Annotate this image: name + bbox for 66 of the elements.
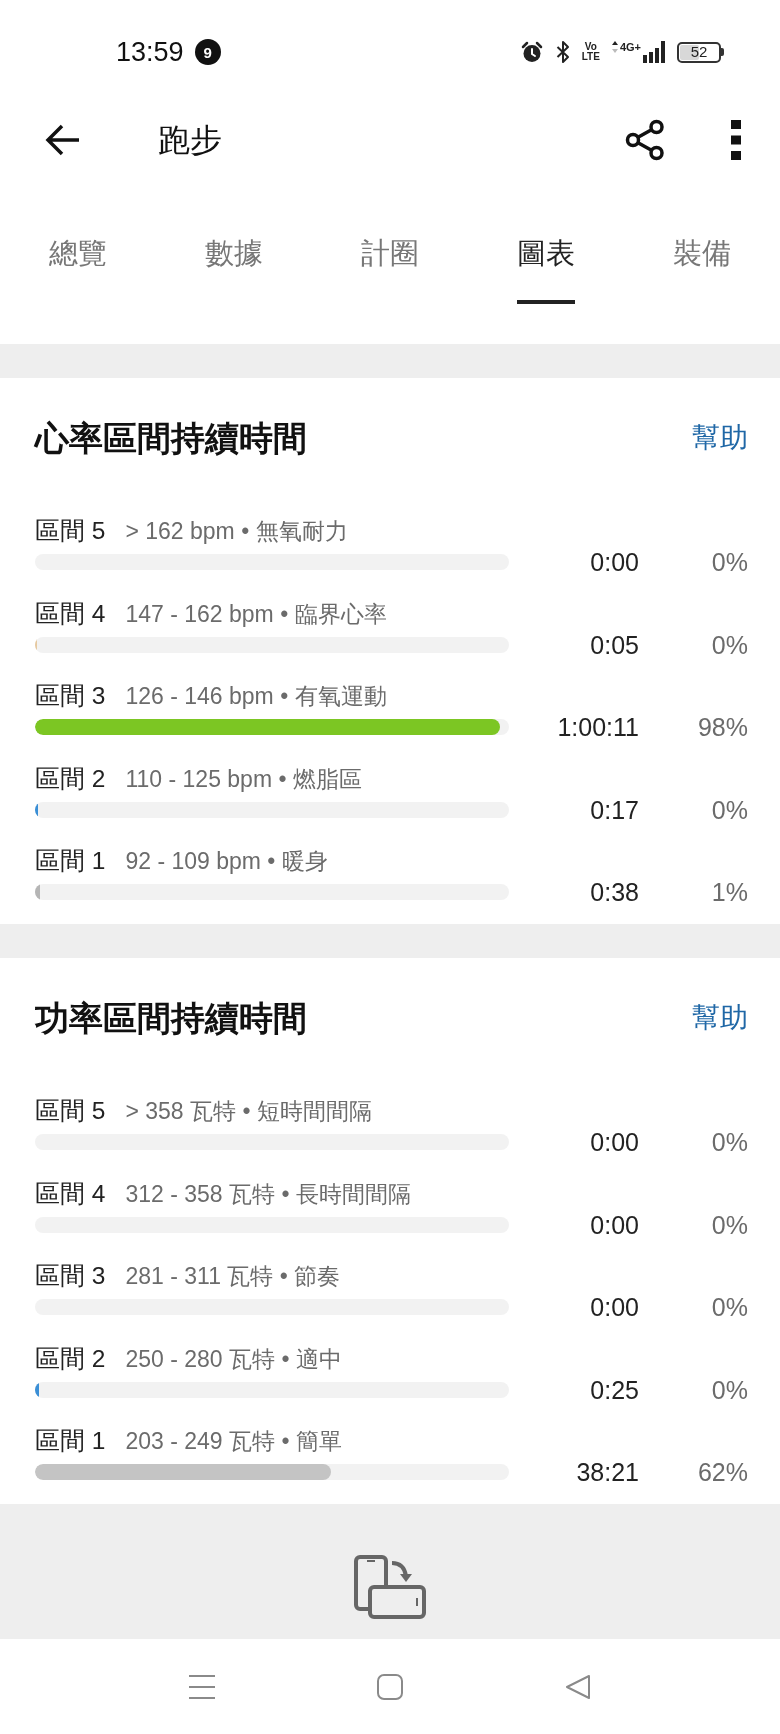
bluetooth-icon (555, 40, 570, 64)
zone-label: 區間 2 (35, 1343, 106, 1374)
zone-duration: 0:05 (590, 629, 639, 660)
tab[interactable]: 計圈 (361, 235, 419, 304)
zone-duration: 0:38 (590, 877, 639, 907)
zone-label: 區間 5 (35, 516, 106, 546)
status-time: 13:59 (116, 36, 184, 68)
help-link[interactable]: 幫助 (692, 420, 748, 456)
zone-percentage: 0% (711, 1292, 748, 1322)
zone-percentage: 0% (711, 1374, 748, 1405)
more-options-icon[interactable] (731, 120, 741, 160)
zone-percentage: 0% (711, 1127, 748, 1157)
zone-percentage: 0% (711, 1209, 748, 1240)
square-icon[interactable] (377, 1673, 403, 1700)
zone-label: 區間 1 (35, 846, 106, 876)
help-link[interactable]: 幫助 (692, 1000, 748, 1036)
zone-label: 區間 3 (35, 1261, 106, 1291)
zone-label: 區間 4 (35, 598, 106, 629)
zone-duration: 0:00 (590, 1127, 639, 1157)
zone-duration: 38:21 (576, 1457, 639, 1487)
volte-label: Vo LTE (581, 42, 600, 62)
tab[interactable]: 總覽 (49, 235, 107, 304)
zone-range: 147 - 162 bpm • 臨界心率 (125, 599, 387, 629)
zone-range: 203 - 249 瓦特 • 簡單 (125, 1427, 342, 1456)
tab[interactable]: 圖表 (517, 235, 575, 304)
share-icon[interactable] (625, 119, 665, 161)
zone-duration: 0:00 (590, 547, 639, 577)
zone-duration: 1:00:11 (557, 712, 639, 742)
zone-range: 110 - 125 bpm • 燃脂區 (125, 764, 362, 794)
menu-icon[interactable] (189, 1673, 215, 1700)
data-arrows-icon (611, 41, 618, 53)
network-type-label: 4G+ (619, 41, 641, 53)
zone-range: 312 - 358 瓦特 • 長時間間隔 (125, 1179, 411, 1209)
tab[interactable]: 數據 (205, 235, 263, 304)
alarm-clock-icon (519, 40, 544, 64)
back-triangle-icon[interactable] (565, 1673, 591, 1700)
zone-percentage: 98% (697, 712, 748, 742)
zone-duration: 0:17 (590, 794, 639, 825)
zone-label: 區間 3 (35, 681, 106, 711)
zone-label: 區間 5 (35, 1096, 106, 1126)
section-title: 心率區間持續時間 (35, 418, 307, 458)
zone-label: 區間 2 (35, 763, 106, 794)
zone-range: > 162 bpm • 無氧耐力 (125, 517, 348, 546)
zone-range: 92 - 109 bpm • 暖身 (125, 847, 328, 876)
back-arrow-icon[interactable] (44, 123, 80, 157)
zone-range: 126 - 146 bpm • 有氧運動 (125, 682, 387, 711)
zone-duration: 0:25 (590, 1374, 639, 1405)
battery-percentage: 52 (690, 44, 708, 60)
section-title: 功率區間持續時間 (35, 998, 307, 1038)
zone-percentage: 1% (711, 877, 748, 907)
zone-range: > 358 瓦特 • 短時間間隔 (125, 1097, 372, 1126)
zone-percentage: 0% (711, 629, 748, 660)
zone-label: 區間 4 (35, 1178, 106, 1209)
zone-duration: 0:00 (590, 1292, 639, 1322)
rotate-phone-icon[interactable] (354, 1555, 426, 1619)
zone-label: 區間 1 (35, 1426, 106, 1456)
zone-range: 250 - 280 瓦特 • 適中 (125, 1344, 342, 1374)
zone-range: 281 - 311 瓦特 • 節奏 (125, 1262, 341, 1291)
zone-percentage: 62% (697, 1457, 748, 1487)
zone-percentage: 0% (711, 794, 748, 825)
tab[interactable]: 裝備 (673, 235, 731, 304)
screen-title: 跑步 (158, 122, 222, 158)
notification-badge: 9 (194, 39, 221, 65)
zone-duration: 0:00 (590, 1209, 639, 1240)
zone-percentage: 0% (711, 547, 748, 577)
signal-icon (643, 41, 665, 63)
